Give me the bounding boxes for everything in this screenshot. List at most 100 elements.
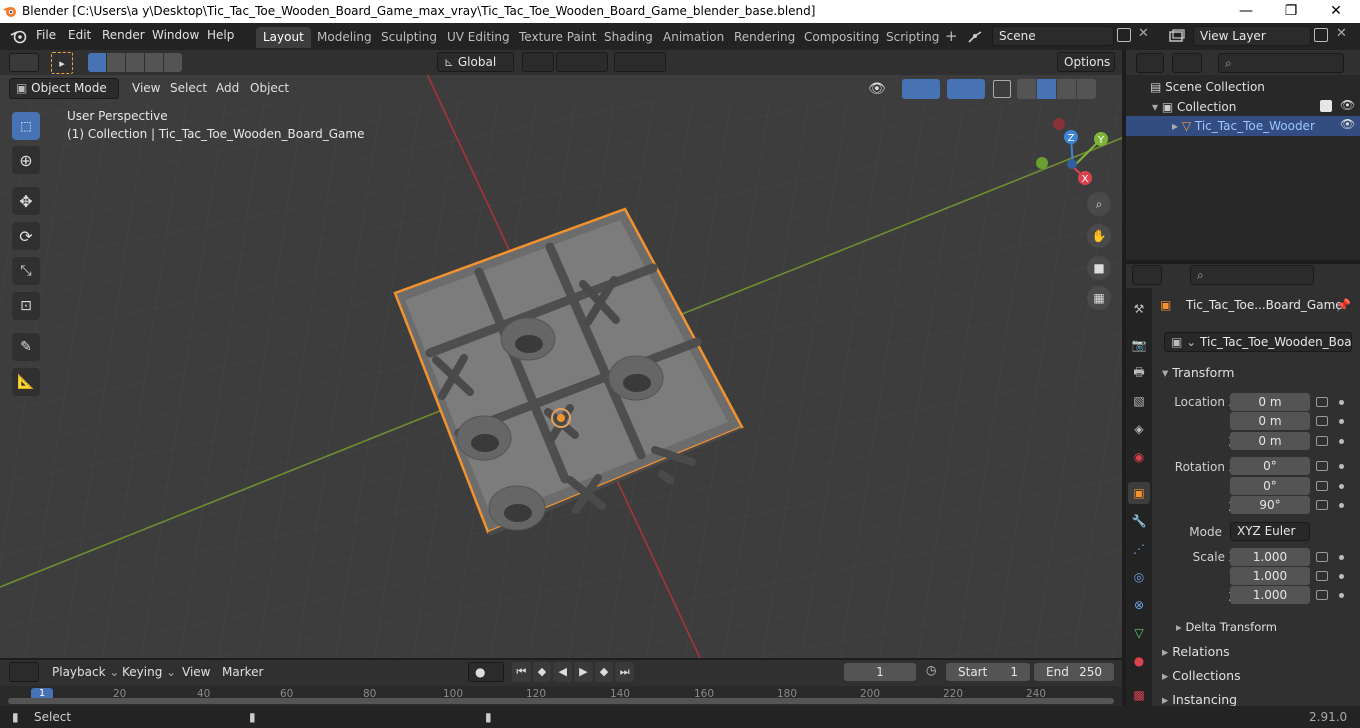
scale-tool-button[interactable]: ⤡ [12,257,40,285]
play-reverse-icon[interactable]: ◀ [553,662,573,682]
camera-view-icon[interactable]: ■ [1087,256,1111,280]
physics-tab-icon[interactable]: ◎ [1128,566,1150,588]
rotation-x-field[interactable]: 0° [1230,457,1310,475]
remove-scene-icon[interactable]: ✕ [1138,26,1149,41]
properties-search-input[interactable]: ⌕ [1190,265,1314,285]
keyframe-location-x-icon[interactable] [1339,400,1344,405]
outliner-editor-type[interactable] [1136,53,1164,73]
prev-keyframe-icon[interactable]: ◆ [532,662,552,682]
menu-file[interactable]: File [36,28,56,42]
keyframe-scale-y-icon[interactable] [1339,574,1344,579]
keyframe-scale-z-icon[interactable] [1339,593,1344,598]
next-keyframe-icon[interactable]: ◆ [594,662,614,682]
end-frame-field[interactable]: End 250 [1034,663,1114,681]
viewport-canvas[interactable]: X Y Z [0,50,1122,658]
pin-icon[interactable]: 📌 [1336,298,1351,312]
lock-rotation-x-icon[interactable] [1316,461,1328,471]
scene-collection-row[interactable]: ▤ Scene Collection [1150,80,1265,94]
tab-animation[interactable]: Animation [656,27,731,48]
location-z-field[interactable]: 0 m [1230,432,1310,450]
menu-help[interactable]: Help [207,28,234,42]
jump-end-icon[interactable]: ⏭ [615,662,635,682]
cursor-tool-button[interactable]: ⊕ [12,146,40,174]
tab-uv-editing[interactable]: UV Editing [440,27,517,48]
keyframe-location-z-icon[interactable] [1339,439,1344,444]
rotate-tool-button[interactable]: ⟳ [12,222,40,250]
jump-start-icon[interactable]: ⏮ [512,662,531,682]
lock-rotation-z-icon[interactable] [1316,500,1328,510]
tool-tab-icon[interactable]: ⚒ [1128,298,1150,320]
playback-controls[interactable]: ⏮ ◆ ◀ ▶ ◆ ⏭ [512,662,635,682]
perspective-toggle-icon[interactable]: ▦ [1087,286,1111,310]
tab-shading[interactable]: Shading [597,27,660,48]
gizmo-toggle-icon[interactable] [902,79,940,99]
scene-tab-icon[interactable]: ◈ [1128,418,1150,440]
minimize-button[interactable]: — [1223,0,1269,23]
modifier-tab-icon[interactable]: 🔧 [1128,510,1150,532]
lock-location-x-icon[interactable] [1316,397,1328,407]
view-layer-tab-icon[interactable]: ▧ [1128,390,1150,412]
collection-eye-icon[interactable]: 👁 [1340,98,1355,112]
proportional-editing-dropdown[interactable] [614,52,666,72]
object-eye-icon[interactable]: 👁 [1340,117,1355,131]
overlay-toggle-icon[interactable] [947,79,985,99]
timeline-menu-playback[interactable]: Playback ⌄ [46,663,125,683]
view-layer-field[interactable]: View Layer [1193,26,1311,46]
timeline-menu-view[interactable]: View [176,663,216,683]
tab-sculpting[interactable]: Sculpting [374,27,444,48]
keyframe-rotation-y-icon[interactable] [1339,484,1344,489]
menu-render[interactable]: Render [102,28,145,42]
viewport-menu-view[interactable]: View [126,79,166,99]
keyframe-rotation-x-icon[interactable] [1339,464,1344,469]
constraints-tab-icon[interactable]: ⊗ [1128,594,1150,616]
viewport-menu-select[interactable]: Select [164,79,213,99]
collection-row[interactable]: ▾ ▣ Collection 👁 [1152,98,1358,114]
select-box-tool-icon[interactable]: ▸ [51,52,73,74]
menu-window[interactable]: Window [152,28,199,42]
selection-mode-group[interactable] [88,53,182,72]
scale-x-field[interactable]: 1.000 [1230,548,1310,566]
tab-compositing[interactable]: Compositing [797,27,886,48]
visibility-icon[interactable]: 👁 [868,79,896,99]
current-frame-field[interactable]: 1 [844,663,916,681]
new-scene-icon[interactable] [1117,28,1131,42]
scale-z-field[interactable]: 1.000 [1230,586,1310,604]
start-frame-field[interactable]: Start 1 [946,663,1030,681]
add-workspace-icon[interactable]: + [945,27,958,45]
collections-header[interactable]: ▸ Collections [1162,668,1241,683]
delta-transform-header[interactable]: ▸ Delta Transform [1176,620,1277,634]
data-tab-icon[interactable]: ▽ [1128,622,1150,644]
viewport-menu-add[interactable]: Add [210,79,245,99]
render-tab-icon[interactable]: 📷 [1128,334,1150,356]
options-dropdown[interactable]: Options [1057,52,1115,72]
location-y-field[interactable]: 0 m [1230,412,1310,430]
new-view-layer-icon[interactable] [1314,28,1328,42]
menu-edit[interactable]: Edit [68,28,91,42]
keyframe-scale-x-icon[interactable] [1339,555,1344,560]
annotate-tool-button[interactable]: ✎ [12,333,40,361]
rotation-z-field[interactable]: 90° [1230,496,1310,514]
properties-editor-type[interactable] [1132,265,1162,285]
measure-tool-button[interactable]: 📐 [12,368,40,396]
texture-tab-icon[interactable]: ▩ [1128,684,1150,706]
keyframe-rotation-z-icon[interactable] [1339,503,1344,508]
maximize-button[interactable]: ❐ [1268,0,1314,23]
tab-scripting[interactable]: Scripting [879,27,946,48]
viewport-menu-object[interactable]: Object [244,79,295,99]
remove-view-layer-icon[interactable]: ✕ [1336,26,1347,41]
blender-menu-icon[interactable] [10,28,28,47]
tab-modeling[interactable]: Modeling [310,27,379,48]
3d-viewport[interactable]: X Y Z ▸ ⊾ Global Options ▣ Object Mode V… [0,50,1122,658]
scale-y-field[interactable]: 1.000 [1230,567,1310,585]
pan-hand-icon[interactable]: ✋ [1087,224,1111,248]
close-window-button[interactable]: ✕ [1313,0,1359,23]
collection-checkbox[interactable] [1320,100,1332,112]
lock-location-y-icon[interactable] [1316,416,1328,426]
lock-scale-y-icon[interactable] [1316,571,1328,581]
pivot-point-dropdown[interactable] [522,52,554,72]
lock-scale-z-icon[interactable] [1316,590,1328,600]
select-tool-button[interactable]: ⬚ [12,112,40,140]
tab-layout[interactable]: Layout [256,27,311,48]
relations-header[interactable]: ▸ Relations [1162,644,1230,659]
particles-tab-icon[interactable]: ⋰ [1128,538,1150,560]
